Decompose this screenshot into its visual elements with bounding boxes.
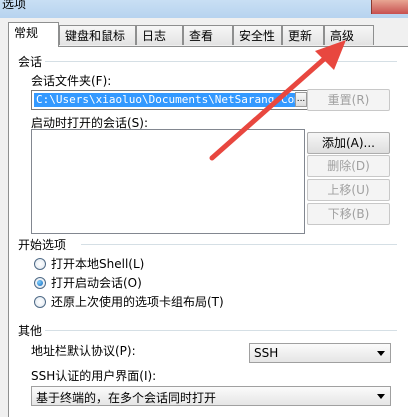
restore-tab-layout-radio[interactable] [34,296,46,308]
startup-options-heading: 开始选项 [18,238,67,252]
tab-log[interactable]: 日志 [136,25,183,45]
chevron-down-icon [377,351,385,356]
section-divider [45,61,397,62]
ssh-ui-label: SSH认证的用户界面(I): [31,369,157,383]
session-folder-input[interactable]: C:\Users\xiaoluo\Documents\NetSarang Com… [31,90,309,110]
ssh-ui-value: 基于终端的，在多个会话同时打开 [36,391,217,405]
move-down-button[interactable]: 下移(B) [307,203,390,225]
tab-general[interactable]: 常规 [8,22,59,47]
session-folder-label: 会话文件夹(F): [31,74,112,88]
session-section-heading: 会话 [18,55,43,69]
startup-sessions-list[interactable] [31,129,305,234]
open-startup-session-radio[interactable] [34,277,46,289]
address-protocol-value: SSH [254,346,279,360]
session-folder-value: C:\Users\xiaoluo\Documents\NetSarang Com… [34,93,306,107]
reset-button[interactable]: 重置(R) [307,89,390,111]
close-button[interactable] [371,0,408,14]
restore-tab-layout-label[interactable]: 还原上次使用的选项卡组布局(T) [51,293,224,310]
tab-keyboard-mouse[interactable]: 键盘和鼠标 [59,25,136,45]
open-local-shell-radio[interactable] [34,258,46,270]
tab-view[interactable]: 查看 [183,25,233,45]
ssh-ui-select[interactable]: 基于终端的，在多个会话同时打开 [31,386,391,406]
section-divider [81,244,397,245]
tab-advanced[interactable]: 高级 [324,25,374,45]
add-button[interactable]: 添加(A)... [307,132,390,154]
move-up-button[interactable]: 上移(U) [307,179,390,201]
other-section-heading: 其他 [18,324,43,338]
chevron-down-icon [377,394,385,399]
title-bar: 选项 [0,0,408,18]
delete-button[interactable]: 删除(D) [307,155,390,177]
open-local-shell-label[interactable]: 打开本地Shell(L) [51,255,144,272]
tab-security[interactable]: 安全性 [233,25,282,45]
browse-button[interactable]: ... [295,92,307,107]
section-divider [45,330,397,331]
general-tab-panel: 会话 会话文件夹(F): C:\Users\xiaoluo\Documents\… [8,46,408,417]
address-protocol-select[interactable]: SSH [249,343,391,363]
open-startup-session-label[interactable]: 打开启动会话(O) [51,274,142,291]
window-title: 选项 [2,0,27,11]
address-protocol-label: 地址栏默认协议(P): [31,344,136,358]
tab-update[interactable]: 更新 [282,25,324,45]
